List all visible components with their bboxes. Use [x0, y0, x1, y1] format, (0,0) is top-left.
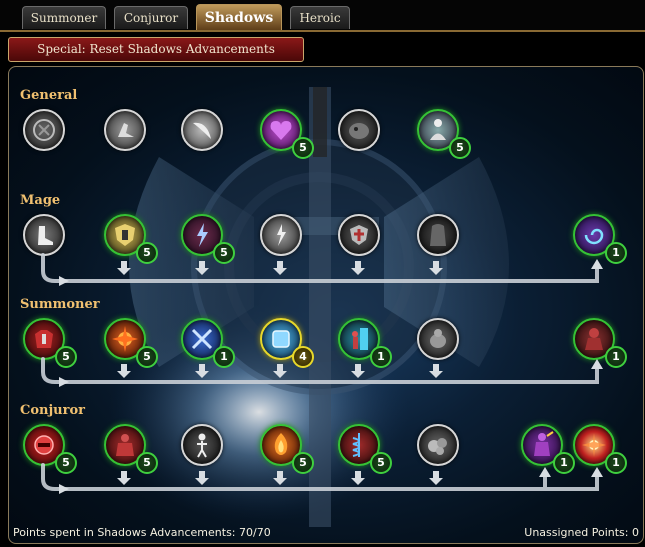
tab-divider	[0, 30, 645, 32]
reset-advancements-button[interactable]: Special: Reset Shadows Advancements	[8, 37, 304, 62]
unassigned-points-label: Unassigned Points: 0	[524, 526, 639, 539]
skill-connectors	[41, 253, 603, 494]
tab-summoner[interactable]: Summoner	[22, 6, 106, 29]
points-spent-label: Points spent in Shadows Advancements: 70…	[13, 526, 271, 539]
tab-bar: Summoner Conjuror Shadows Heroic	[0, 0, 645, 32]
advancement-panel: General 5 5 Mage 5 5 1 Summoner 5 5 1 4 …	[8, 66, 644, 544]
tab-shadows[interactable]: Shadows	[196, 4, 282, 31]
tab-heroic[interactable]: Heroic	[290, 6, 350, 29]
tab-conjuror[interactable]: Conjuror	[114, 6, 188, 29]
